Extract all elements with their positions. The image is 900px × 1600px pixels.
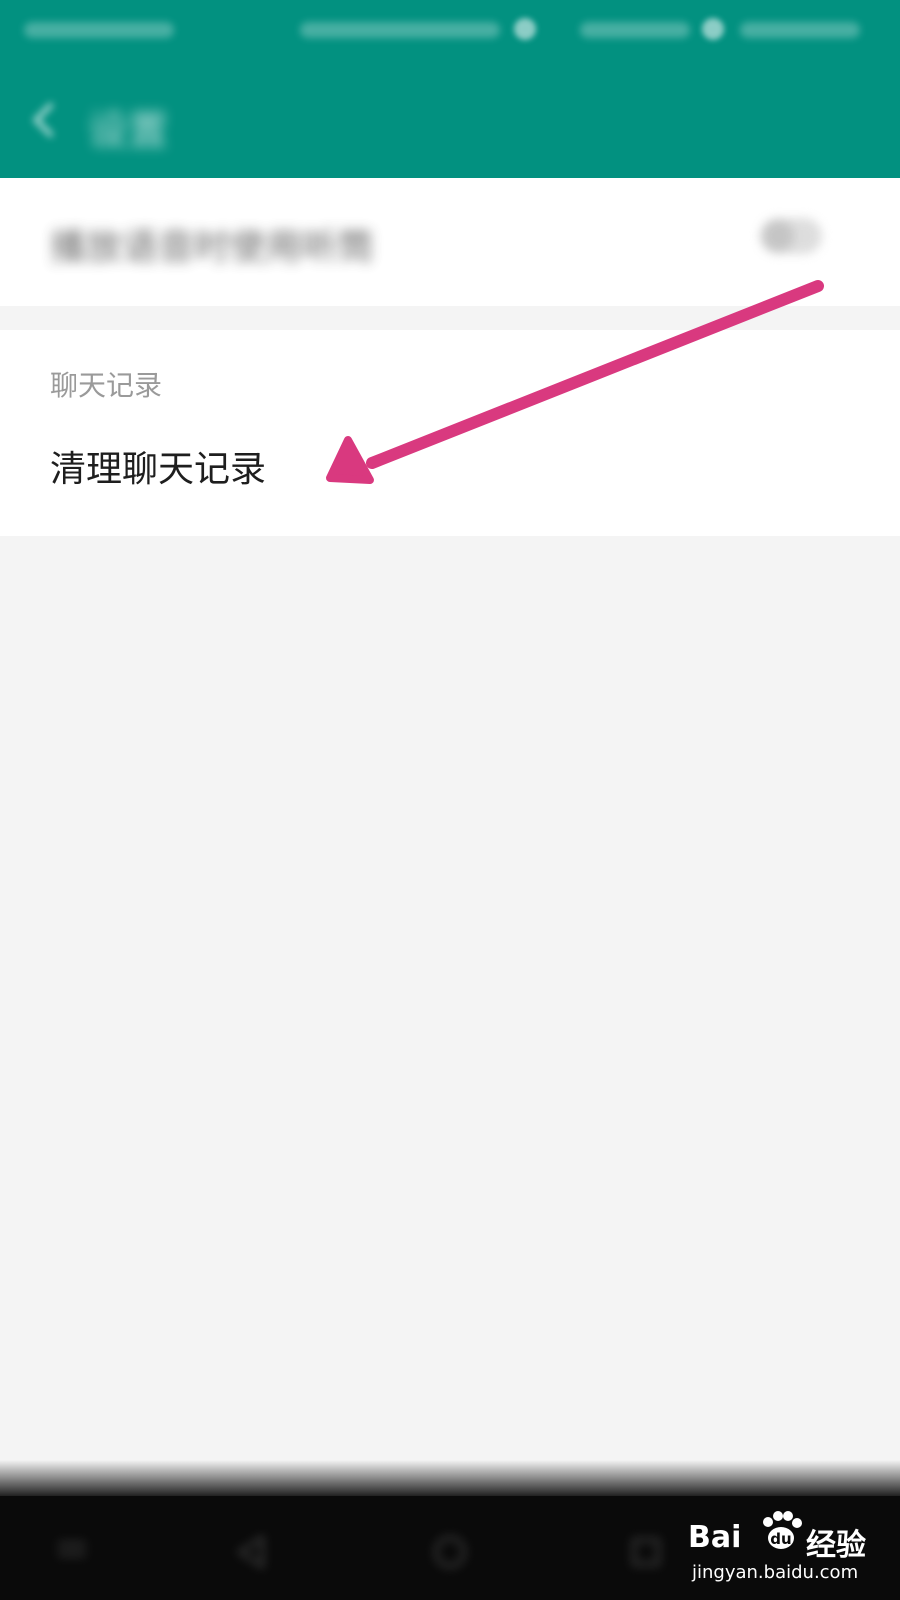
baidu-paw-icon: du <box>763 1511 802 1549</box>
section-header: 聊天记录 <box>50 369 163 402</box>
baidu-jingyan-watermark: Bai du 经验 jingyan.baidu.com <box>688 1511 888 1592</box>
page-title: 设置 <box>88 108 168 154</box>
recent-apps-icon[interactable] <box>626 1532 666 1572</box>
status-time-blur <box>740 22 860 38</box>
title-bar: 设置 <box>0 70 900 170</box>
status-info-blur <box>300 22 500 38</box>
clear-chat-history-item[interactable]: 清理聊天记录 <box>0 418 900 518</box>
home-icon[interactable] <box>430 1532 470 1572</box>
watermark-url: jingyan.baidu.com <box>692 1562 859 1583</box>
status-carrier-blur <box>24 22 174 38</box>
voice-earpiece-row[interactable]: 播放语音时使用听筒 <box>0 178 900 306</box>
app-header: 设置 <box>0 0 900 178</box>
chevron-left-icon[interactable] <box>28 100 62 140</box>
status-signal-blur <box>580 22 690 38</box>
chat-history-section: 聊天记录 清理聊天记录 <box>0 330 900 536</box>
voice-earpiece-toggle[interactable] <box>760 218 822 254</box>
watermark-brand-du: du <box>770 1530 791 1548</box>
back-icon[interactable] <box>232 1532 272 1572</box>
toggle-knob <box>762 220 794 252</box>
clear-chat-history-label: 清理聊天记录 <box>50 449 267 490</box>
status-bar <box>0 0 900 60</box>
watermark-brand-cn: 经验 <box>806 1528 866 1563</box>
wifi-icon <box>514 18 536 40</box>
nav-bar-fade <box>0 1460 900 1500</box>
voice-earpiece-label: 播放语音时使用听筒 <box>50 227 375 268</box>
battery-icon <box>702 18 724 40</box>
watermark-brand-latin: Bai <box>688 1520 742 1555</box>
menu-icon[interactable] <box>52 1532 92 1572</box>
